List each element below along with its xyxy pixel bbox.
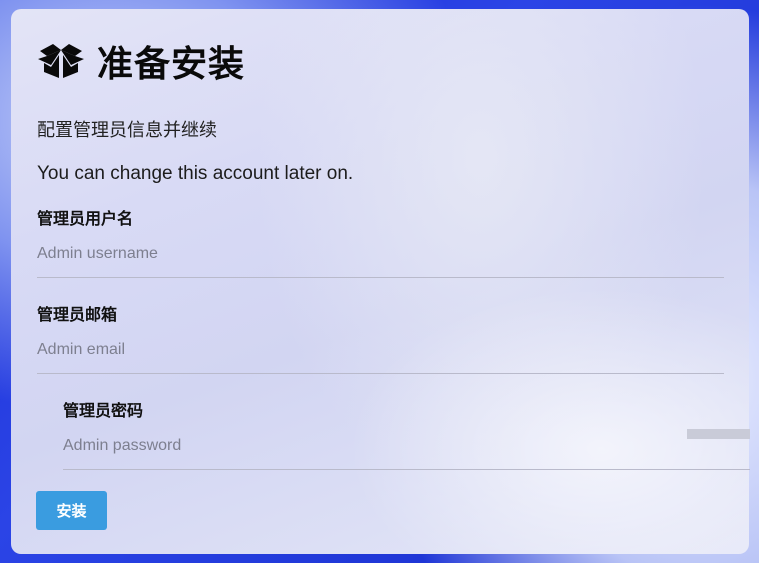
- password-label: 管理员密码: [63, 403, 144, 420]
- page-title: 准备安装: [97, 43, 246, 84]
- account-note: You can change this account later on.: [37, 163, 354, 184]
- page-header: 准备安装: [37, 35, 245, 87]
- box-open-icon: [37, 41, 85, 81]
- setup-card: 准备安装 配置管理员信息并继续 You can change this acco…: [11, 9, 750, 554]
- install-button[interactable]: 安装: [36, 491, 107, 530]
- password-field-group: 管理员密码: [63, 397, 750, 470]
- page-subtitle: 配置管理员信息并继续: [37, 120, 217, 140]
- email-label: 管理员邮箱: [37, 307, 118, 324]
- username-input[interactable]: [37, 239, 724, 278]
- password-strength-bar: [687, 429, 750, 439]
- password-input[interactable]: [63, 431, 750, 470]
- email-input[interactable]: [37, 335, 724, 374]
- email-field-group: 管理员邮箱: [37, 301, 724, 374]
- username-field-group: 管理员用户名: [37, 205, 724, 278]
- username-label: 管理员用户名: [37, 211, 134, 228]
